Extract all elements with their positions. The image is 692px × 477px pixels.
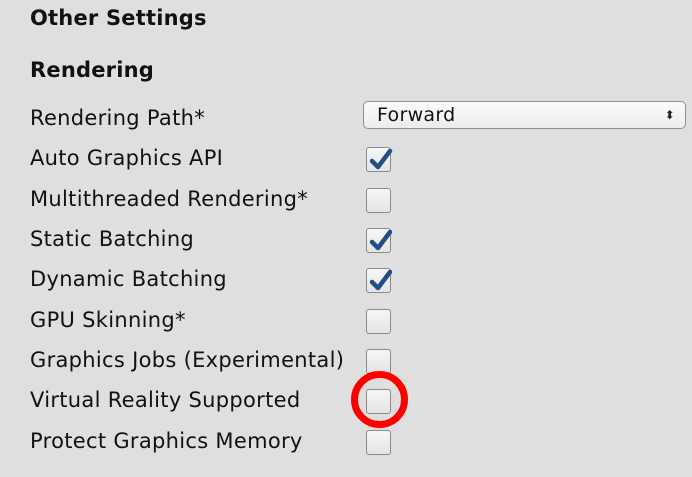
option-row-dynamic-batching: Dynamic Batching xyxy=(0,259,692,299)
dynamic-batching-checkbox[interactable] xyxy=(366,268,393,293)
option-row-multithreaded-rendering: Multithreaded Rendering* xyxy=(0,179,692,219)
graphics-jobs-checkbox[interactable] xyxy=(366,349,391,374)
dynamic-batching-label: Dynamic Batching xyxy=(30,267,227,291)
multithreaded-rendering-checkbox[interactable] xyxy=(366,188,391,213)
rendering-path-value: Forward xyxy=(377,104,456,126)
gpu-skinning-label: GPU Skinning* xyxy=(30,308,186,332)
option-row-protect-graphics-memory: Protect Graphics Memory xyxy=(0,421,692,461)
option-row-static-batching: Static Batching xyxy=(0,219,692,259)
option-row-gpu-skinning: GPU Skinning* xyxy=(0,300,692,340)
option-row-virtual-reality-supported: Virtual Reality Supported xyxy=(0,380,692,420)
auto-graphics-api-label: Auto Graphics API xyxy=(30,146,224,170)
dropdown-arrows-icon: ⬍ xyxy=(664,108,675,122)
checkmark-icon xyxy=(369,269,393,291)
gpu-skinning-checkbox[interactable] xyxy=(366,309,391,334)
multithreaded-rendering-label: Multithreaded Rendering* xyxy=(30,187,309,211)
option-row-graphics-jobs: Graphics Jobs (Experimental) xyxy=(0,340,692,380)
rendering-path-label: Rendering Path* xyxy=(30,106,206,130)
graphics-jobs-label: Graphics Jobs (Experimental) xyxy=(30,348,345,372)
static-batching-label: Static Batching xyxy=(30,227,195,251)
checkmark-icon xyxy=(369,229,393,251)
static-batching-checkbox[interactable] xyxy=(366,228,393,253)
auto-graphics-api-checkbox[interactable] xyxy=(366,147,393,172)
checkmark-icon xyxy=(369,148,393,170)
rendering-path-row: Rendering Path* Forward ⬍ xyxy=(0,98,692,138)
virtual-reality-supported-label: Virtual Reality Supported xyxy=(30,388,301,412)
protect-graphics-memory-label: Protect Graphics Memory xyxy=(30,429,303,453)
virtual-reality-supported-checkbox[interactable] xyxy=(366,389,391,414)
option-row-auto-graphics-api: Auto Graphics API xyxy=(0,138,692,178)
rendering-title: Rendering xyxy=(30,58,154,82)
rendering-path-dropdown[interactable]: Forward ⬍ xyxy=(363,101,686,129)
other-settings-title: Other Settings xyxy=(30,6,207,30)
protect-graphics-memory-checkbox[interactable] xyxy=(366,430,391,455)
